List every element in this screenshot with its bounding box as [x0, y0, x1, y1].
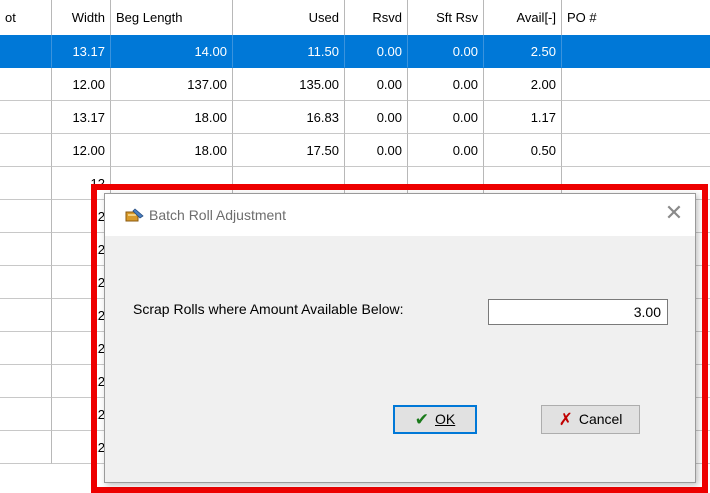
cell-lot [0, 200, 52, 233]
cell-beg-length: 137.00 [111, 68, 233, 101]
batch-roll-adjustment-dialog: Batch Roll Adjustment ✕ Scrap Rolls wher… [104, 193, 696, 483]
cell-sft-rsv: 0.00 [408, 101, 484, 134]
dialog-titlebar[interactable]: Batch Roll Adjustment ✕ [105, 194, 695, 236]
column-header-width[interactable]: Width [52, 0, 111, 35]
cell-po [562, 68, 710, 101]
cell-lot [0, 398, 52, 431]
cell-lot [0, 167, 52, 200]
table-row[interactable]: 12.00 137.00 135.00 0.00 0.00 2.00 [0, 68, 710, 101]
cell-lot [0, 134, 52, 167]
checkmark-icon: ✔ [414, 410, 429, 429]
cell-avail: 2.00 [484, 68, 562, 101]
column-header-avail[interactable]: Avail[-] [484, 0, 562, 35]
cell-rsvd: 0.00 [345, 68, 408, 101]
column-header-rsvd[interactable]: Rsvd [345, 0, 408, 35]
ok-button[interactable]: ✔ OK [393, 405, 477, 434]
cell-width: 13.17 [52, 101, 111, 134]
cell-beg-length: 18.00 [111, 101, 233, 134]
cell-lot [0, 68, 52, 101]
table-row[interactable]: 12.00 18.00 17.50 0.00 0.00 0.50 [0, 134, 710, 167]
cell-rsvd: 0.00 [345, 101, 408, 134]
dialog-title: Batch Roll Adjustment [149, 207, 286, 223]
cell-rsvd: 0.00 [345, 134, 408, 167]
close-icon[interactable]: ✕ [657, 198, 691, 232]
cell-avail: 0.50 [484, 134, 562, 167]
cancel-button[interactable]: ✗ Cancel [541, 405, 640, 434]
column-header-po[interactable]: PO # [562, 0, 710, 35]
cell-avail: 2.50 [484, 35, 562, 68]
cell-rsvd: 0.00 [345, 35, 408, 68]
column-header-used[interactable]: Used [233, 0, 345, 35]
cell-lot [0, 365, 52, 398]
cell-width: 12.00 [52, 134, 111, 167]
cancel-button-label: Cancel [578, 411, 623, 427]
cell-used: 16.83 [233, 101, 345, 134]
cell-lot [0, 233, 52, 266]
cell-lot [0, 35, 52, 68]
batch-adjust-icon [125, 208, 144, 222]
cell-used: 11.50 [233, 35, 345, 68]
column-header-sft-rsv[interactable]: Sft Rsv [408, 0, 484, 35]
cell-sft-rsv: 0.00 [408, 35, 484, 68]
column-header-lot[interactable]: ot [0, 0, 52, 35]
cell-beg-length: 14.00 [111, 35, 233, 68]
table-row[interactable]: 13.17 18.00 16.83 0.00 0.00 1.17 [0, 101, 710, 134]
cell-lot [0, 101, 52, 134]
cell-used: 17.50 [233, 134, 345, 167]
cell-width: 12.00 [52, 68, 111, 101]
column-header-beg-length[interactable]: Beg Length [111, 0, 233, 35]
ok-button-label: OK [435, 411, 456, 427]
table-row[interactable]: 13.17 14.00 11.50 0.00 0.00 2.50 [0, 35, 710, 68]
cell-lot [0, 431, 52, 464]
cell-po [562, 101, 710, 134]
cell-avail: 1.17 [484, 101, 562, 134]
cell-lot [0, 266, 52, 299]
cell-po [562, 35, 710, 68]
scrap-threshold-label: Scrap Rolls where Amount Available Below… [133, 301, 404, 317]
cell-lot [0, 332, 52, 365]
cell-sft-rsv: 0.00 [408, 68, 484, 101]
grid-header: ot Width Beg Length Used Rsvd Sft Rsv Av… [0, 0, 710, 36]
cell-lot [0, 299, 52, 332]
cell-width: 13.17 [52, 35, 111, 68]
cancel-x-icon: ✗ [558, 410, 573, 429]
cell-sft-rsv: 0.00 [408, 134, 484, 167]
cell-beg-length: 18.00 [111, 134, 233, 167]
cell-used: 135.00 [233, 68, 345, 101]
amount-available-input[interactable] [488, 299, 668, 325]
cell-po [562, 134, 710, 167]
